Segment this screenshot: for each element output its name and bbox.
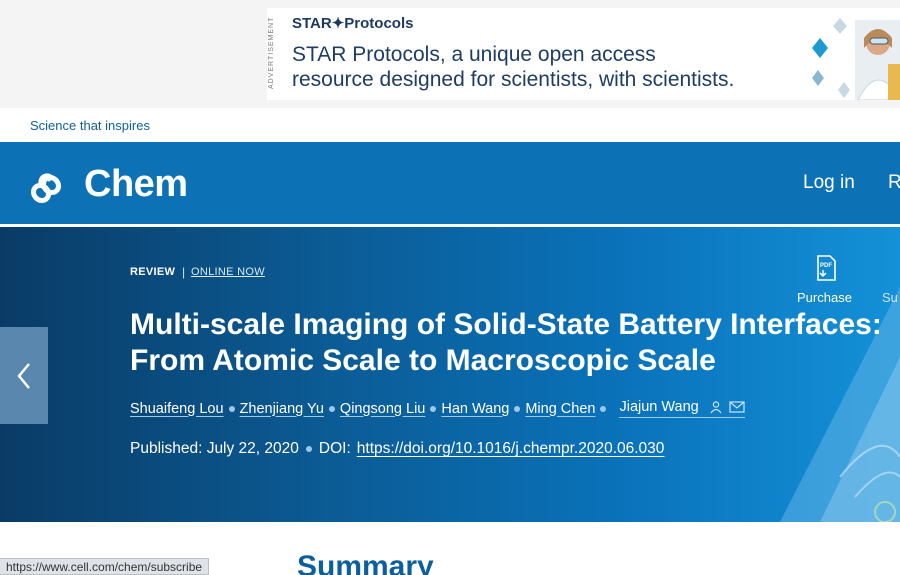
title-line-2: From Atomic Scale to Macroscopic Scale [130,344,716,377]
person-icon [710,401,722,414]
chevron-left-icon [17,362,30,389]
info-separator [305,446,312,452]
ad-illustration [812,18,900,100]
advertisement-banner[interactable]: ADVERTISEMENT STAR✦Protocols STAR Protoc… [0,0,900,108]
author-link[interactable]: Shuaifeng Lou [130,401,224,417]
article-hero: REVIEW | ONLINE NOW Multi-scale Imaging … [0,227,900,522]
author-link[interactable]: Han Wang [441,401,509,417]
author-separator [228,405,235,412]
journal-name: Chem [84,163,188,205]
doi-link[interactable]: https://doi.org/10.1016/j.chempr.2020.06… [357,440,665,458]
doi-label: DOI: [318,440,351,457]
ad-tag: ADVERTISEMENT [268,16,275,90]
chem-logo[interactable]: Chem [30,163,188,206]
site-header: Chem Log in R [0,142,900,224]
author-separator [430,405,437,412]
corresponding-author[interactable]: Jiajun Wang [619,399,745,418]
ad-headline-line1: STAR Protocols, a unique open access [292,43,656,66]
title-line-1: Multi-scale Imaging of Solid-State Batte… [130,308,882,341]
purchase-link[interactable]: Purchase [797,290,852,305]
article-type: REVIEW [130,266,176,278]
author-separator [514,405,521,412]
online-now-link[interactable]: ONLINE NOW [191,266,265,278]
previous-article-button[interactable] [0,327,48,424]
pdf-icon[interactable]: PDF [815,255,837,281]
author-list: Shuaifeng Lou Zhenjiang Yu Qingsong Liu … [130,399,745,418]
published-date: Published: July 22, 2020 [130,440,299,457]
author-separator [600,405,607,412]
status-bar-url: https://www.cell.com/chem/subscribe [0,558,210,575]
svg-text:PDF: PDF [820,263,832,269]
subscribe-link[interactable]: Su [882,290,898,305]
cell-press-logo-icon [30,172,62,203]
mail-icon [729,401,745,413]
author-link[interactable]: Ming Chen [525,401,595,417]
author-link[interactable]: Zhenjiang Yu [240,401,324,417]
author-link[interactable]: Qingsong Liu [340,401,425,417]
article-title: Multi-scale Imaging of Solid-State Batte… [130,307,900,379]
ad-brand: STAR✦Protocols [292,15,414,32]
author-separator [328,405,335,412]
login-link[interactable]: Log in [803,172,855,194]
author-link[interactable]: Jiajun Wang [619,399,698,415]
ad-headline-line2: resource designed for scientists, with s… [292,68,735,91]
register-link[interactable]: R [888,172,900,194]
article-type-separator: | [182,265,186,279]
site-tagline: Science that inspires [30,118,150,133]
summary-heading: Summary [297,550,434,575]
publication-info: Published: July 22, 2020 DOI: https://do… [130,440,664,458]
